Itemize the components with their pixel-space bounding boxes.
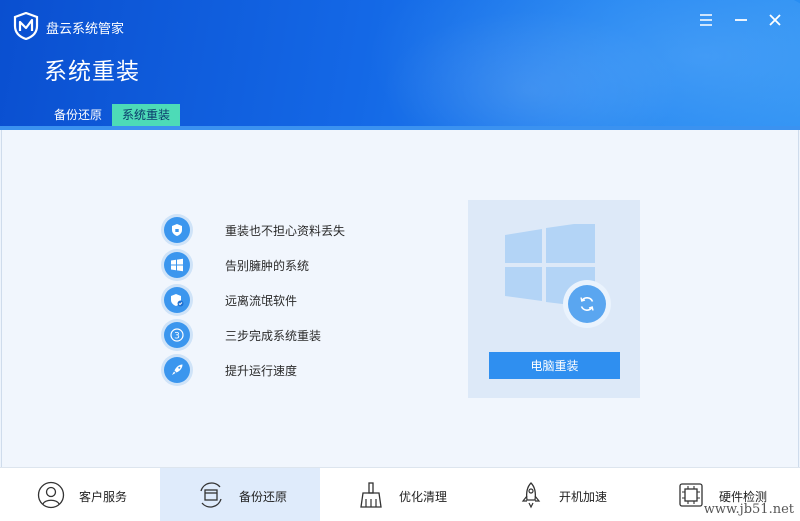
feature-item: 3 三步完成系统重装	[164, 321, 424, 349]
rocket-icon	[164, 357, 190, 383]
tab-bar: 备份还原 系统重装	[44, 104, 181, 126]
shield-check-icon	[164, 287, 190, 313]
nav-boot-speedup[interactable]: 开机加速	[480, 468, 640, 521]
number-3-icon: 3	[164, 322, 190, 348]
chip-icon	[679, 483, 703, 507]
reinstall-panel: 电脑重装	[468, 200, 640, 398]
user-icon	[37, 481, 65, 509]
feature-item: 告别臃肿的系统	[164, 251, 424, 279]
feature-label: 告别臃肿的系统	[225, 258, 310, 273]
broom-icon	[360, 482, 382, 508]
feature-label: 远离流氓软件	[225, 293, 298, 308]
nav-label: 优化清理	[399, 490, 448, 504]
feature-item: 重装也不担心资料丢失	[164, 216, 424, 244]
minimize-icon[interactable]	[731, 10, 751, 30]
windows-icon	[164, 252, 190, 278]
nav-label: 备份还原	[239, 490, 288, 504]
header: 盘云系统管家 系统重装 备份还原 系统重装	[0, 0, 800, 126]
feature-item: 提升运行速度	[164, 356, 424, 384]
nav-label: 客户服务	[79, 490, 128, 504]
feature-item: 远离流氓软件	[164, 286, 424, 314]
nav-backup-restore[interactable]: 备份还原	[160, 468, 320, 521]
backup-icon	[200, 482, 222, 508]
feature-label: 三步完成系统重装	[225, 328, 322, 343]
page-title: 系统重装	[44, 59, 140, 85]
tab-backup-restore[interactable]: 备份还原	[44, 104, 112, 126]
nav-optimize-clean[interactable]: 优化清理	[320, 468, 480, 521]
nav-label: 开机加速	[559, 490, 608, 504]
bottom-nav: 客户服务 备份还原 优化清理 开机加速 硬件检测 www.jb51.net	[0, 467, 800, 521]
reinstall-button[interactable]: 电脑重装	[489, 352, 620, 379]
tab-system-reinstall[interactable]: 系统重装	[112, 104, 181, 126]
watermark: www.jb51.net	[703, 502, 794, 517]
app-title: 盘云系统管家	[46, 22, 125, 37]
app-logo-icon	[13, 12, 39, 40]
feature-label: 重装也不担心资料丢失	[225, 223, 346, 238]
menu-icon[interactable]	[696, 10, 716, 30]
nav-customer-service[interactable]: 客户服务	[0, 468, 160, 521]
rocket-icon	[521, 482, 541, 509]
refresh-icon	[568, 285, 606, 323]
step-badge: 3	[174, 331, 180, 341]
feature-label: 提升运行速度	[225, 363, 298, 378]
close-icon[interactable]	[765, 10, 785, 30]
shield-icon	[164, 217, 190, 243]
main-content: 重装也不担心资料丢失 告别臃肿的系统 远离流氓软件 3 三步完成系统重装 提升运…	[1, 130, 799, 467]
